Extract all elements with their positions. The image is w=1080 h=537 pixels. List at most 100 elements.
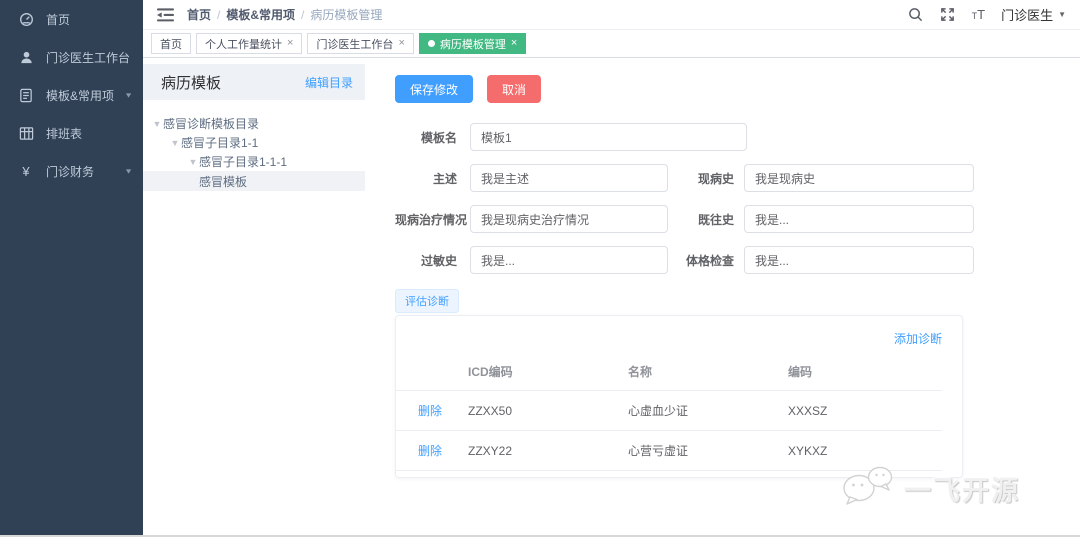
field-label: 主述 <box>432 171 457 186</box>
tree-caret-icon[interactable]: ▼ <box>169 138 181 148</box>
active-tab-dot <box>427 40 435 47</box>
field-label: 现病治疗情况 <box>395 212 468 227</box>
table-row: 删除 ZZXY22 心营亏虚证 XYKXZ <box>396 430 942 471</box>
tree-node-label: 感冒模板 <box>199 174 248 189</box>
close-icon[interactable]: × <box>287 38 293 49</box>
diagnosis-card: 添加诊断 ICD编码 名称 编码 删除 ZZXX50 心虚血少证 XXXSZ 删… <box>395 315 963 478</box>
physical-exam-input[interactable] <box>744 246 974 274</box>
form-row: 模板名 <box>395 123 1080 151</box>
sidebar-collapse-icon[interactable] <box>157 7 175 22</box>
form-actions: 保存修改 取消 <box>395 75 1080 103</box>
field-label: 过敏史 <box>420 253 457 268</box>
template-tree-panel: 病历模板 编辑目录 ▼ 感冒诊断模板目录 ▼ 感冒子目录1-1 ▼ 感冒子目录1… <box>143 58 365 535</box>
add-diagnosis-link[interactable]: 添加诊断 <box>894 332 942 346</box>
sidebar-item-doctor-workbench[interactable]: 门诊医生工作台 <box>0 38 143 76</box>
sidebar-item-finance[interactable]: ¥ 门诊财务 ▼ <box>0 152 143 190</box>
breadcrumb-templates[interactable]: 模板&常用项 <box>226 6 295 23</box>
template-name-input[interactable] <box>470 123 747 151</box>
field-label: 模板名 <box>420 130 457 145</box>
panel-title: 病历模板 <box>161 74 222 92</box>
cell-name: 心虚血少证 <box>628 390 788 431</box>
sidebar-item-schedule[interactable]: 排班表 <box>0 114 143 152</box>
delete-link[interactable]: 删除 <box>418 444 442 458</box>
tree-caret-icon[interactable]: ▼ <box>187 157 199 167</box>
sidebar-item-templates[interactable]: 模板&常用项 ▼ <box>0 76 143 114</box>
tree-node-selected[interactable]: 感冒模板 <box>143 171 365 191</box>
breadcrumb-current: 病历模板管理 <box>310 8 383 22</box>
sidebar-item-home[interactable]: 首页 <box>0 0 143 38</box>
page-content: 病历模板 编辑目录 ▼ 感冒诊断模板目录 ▼ 感冒子目录1-1 ▼ 感冒子目录1… <box>143 58 1080 535</box>
breadcrumb-separator: / <box>301 7 305 22</box>
top-navbar: 首页 / 模板&常用项 / 病历模板管理 TT 门诊医生 ▼ <box>143 0 1080 30</box>
table-header-row: ICD编码 名称 编码 <box>396 355 942 391</box>
font-size-icon[interactable]: TT <box>972 7 985 22</box>
tab-label: 个人工作量统计 <box>205 38 282 51</box>
schedule-table-icon <box>18 125 34 141</box>
column-header-icd: ICD编码 <box>468 355 628 391</box>
breadcrumb-home[interactable]: 首页 <box>187 6 211 23</box>
past-history-input[interactable] <box>744 205 974 233</box>
form-row: 主述 现病史 <box>395 164 1080 192</box>
finance-yuan-icon: ¥ <box>22 163 30 179</box>
add-link-row: 添加诊断 <box>396 326 942 355</box>
tab-template-management-active[interactable]: 病历模板管理 × <box>418 33 527 54</box>
tree-panel-header: 病历模板 编辑目录 <box>143 64 365 100</box>
field-label: 既往史 <box>697 212 734 227</box>
diagnosis-table: ICD编码 名称 编码 删除 ZZXX50 心虚血少证 XXXSZ 删除 ZZX… <box>396 355 942 471</box>
tree-caret-icon[interactable]: ▼ <box>151 119 163 129</box>
close-icon[interactable]: × <box>511 38 517 49</box>
template-form: 保存修改 取消 模板名 主述 现病史 现病治疗情况 既往史 <box>365 58 1080 535</box>
cell-code: XYKXZ <box>788 430 942 471</box>
form-row: 过敏史 体格检查 <box>395 246 1080 274</box>
tree-node-label: 感冒子目录1-1 <box>181 136 259 150</box>
template-icon <box>18 87 34 103</box>
breadcrumb-separator: / <box>217 7 221 22</box>
chevron-down-icon: ▼ <box>124 91 133 99</box>
search-icon[interactable] <box>908 7 924 23</box>
tree-node[interactable]: ▼ 感冒诊断模板目录 <box>143 114 365 133</box>
cell-icd: ZZXX50 <box>468 390 628 431</box>
tab-personal-workload[interactable]: 个人工作量统计 × <box>196 33 303 54</box>
edit-directory-link[interactable]: 编辑目录 <box>305 74 353 91</box>
diagnosis-tag: 评估诊断 <box>395 289 459 313</box>
dropdown-caret-icon: ▼ <box>1058 10 1066 19</box>
sidebar-item-label: 模板&常用项 <box>46 88 115 103</box>
tab-label: 门诊医生工作台 <box>316 38 394 51</box>
user-name: 门诊医生 <box>1001 8 1054 23</box>
cell-name: 心营亏虚证 <box>628 430 788 471</box>
dashboard-icon <box>18 11 34 27</box>
user-dropdown[interactable]: 门诊医生 ▼ <box>1001 5 1066 24</box>
allergy-history-input[interactable] <box>470 246 668 274</box>
tree-node-label: 感冒子目录1-1-1 <box>199 155 288 169</box>
field-label: 现病史 <box>697 171 734 186</box>
close-icon[interactable]: × <box>398 38 404 49</box>
template-tree: ▼ 感冒诊断模板目录 ▼ 感冒子目录1-1 ▼ 感冒子目录1-1-1 感冒模板 <box>143 114 365 191</box>
fullscreen-icon[interactable] <box>940 7 956 23</box>
tab-doctor-workbench[interactable]: 门诊医生工作台 × <box>307 33 414 54</box>
column-header-name: 名称 <box>628 355 788 391</box>
chief-complaint-input[interactable] <box>470 164 668 192</box>
save-button[interactable]: 保存修改 <box>395 75 474 103</box>
main-area: 首页 / 模板&常用项 / 病历模板管理 TT 门诊医生 ▼ 首页 个人工作量统… <box>143 0 1080 535</box>
cancel-button[interactable]: 取消 <box>487 75 542 103</box>
column-header-code: 编码 <box>788 355 942 391</box>
sidebar: 首页 门诊医生工作台 模板&常用项 ▼ 排班表 ¥ 门诊财务 ▼ <box>0 0 143 535</box>
form-row: 现病治疗情况 既往史 <box>395 205 1080 233</box>
tab-label: 病历模板管理 <box>439 38 506 51</box>
chevron-down-icon: ▼ <box>124 167 133 175</box>
field-label: 体格检查 <box>685 253 734 268</box>
table-row: 删除 ZZXX50 心虚血少证 XXXSZ <box>396 390 942 431</box>
tab-home[interactable]: 首页 <box>151 33 191 54</box>
tree-node[interactable]: ▼ 感冒子目录1-1 <box>143 133 365 152</box>
cell-icd: ZZXY22 <box>468 430 628 471</box>
breadcrumb: 首页 / 模板&常用项 / 病历模板管理 <box>187 6 382 23</box>
app-window: 首页 门诊医生工作台 模板&常用项 ▼ 排班表 ¥ 门诊财务 ▼ 首页 / 模板… <box>0 0 1080 537</box>
sidebar-item-label: 排班表 <box>46 126 83 141</box>
treatment-status-input[interactable] <box>470 205 668 233</box>
delete-link[interactable]: 删除 <box>418 404 442 418</box>
present-illness-input[interactable] <box>744 164 974 192</box>
column-header-action <box>396 355 468 391</box>
doctor-workbench-icon <box>18 49 34 65</box>
tree-node[interactable]: ▼ 感冒子目录1-1-1 <box>143 152 365 171</box>
sidebar-item-label: 首页 <box>46 12 71 27</box>
